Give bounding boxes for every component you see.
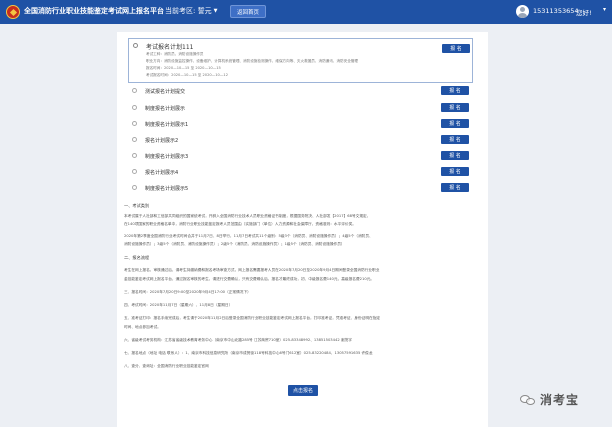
radio-button[interactable] (132, 153, 137, 158)
user-avatar-icon[interactable] (516, 5, 529, 18)
fire-emblem-logo (6, 5, 20, 19)
notes-heading: 一、考试类别 (124, 203, 150, 208)
chevron-down-icon: ▼ (213, 8, 218, 14)
apply-button[interactable]: 报 名 (441, 119, 469, 128)
notes-text: 考生在网上报名，审核通过后，请考生持缴纳费和报名考场审查方式，网上报名需要报考人… (124, 268, 380, 272)
radio-button[interactable] (132, 137, 137, 142)
radio-button[interactable] (132, 105, 137, 110)
plan-name: 报名计划展示4 (145, 170, 179, 176)
user-greeting[interactable]: 您好! (576, 7, 592, 17)
plan-list-item[interactable]: 制度报名计划展示1 报 名 (128, 118, 473, 130)
user-phone[interactable]: 15311353654 (533, 7, 579, 15)
plan-list-item[interactable]: 报名计划展示4 报 名 (128, 166, 473, 178)
notes-text: 六、省级考试考务机构：江苏省省级技术教育考务中心（南京市中山北路285号 江苏商… (124, 338, 352, 342)
notes-text: 金技能鉴定考试网上报名平台，通过报名审核的考生，请进行交费确认，只有交费确认后，… (124, 277, 375, 281)
wechat-icon (520, 394, 536, 406)
exam-area-label: 当前考区: 誓元 (165, 7, 212, 15)
radio-button[interactable] (132, 185, 137, 190)
top-navigation-bar: 全国消防行业职业技能鉴定考试网上报名平台 当前考区: 誓元 ▼ 返回首页 153… (0, 0, 612, 24)
plan-list-item[interactable]: 制度报名计划展示 报 名 (128, 102, 473, 114)
notes-text: 在140项国家的职业资格名单中，消防行业职业技能鉴定报考人员范围由（实施部门（单… (124, 222, 356, 226)
notes-text: 八、查分、查询址：全国消防行业职业技能鉴定官网 (124, 364, 209, 368)
exam-area-selector[interactable]: 当前考区: 誓元 ▼ (165, 6, 217, 16)
notes-text: 四、考试时间：2020年11月7日（星期六）、11月8日（星期日） (124, 303, 233, 307)
plan-list-item[interactable]: 制度报名计划展示5 报 名 (128, 182, 473, 194)
plan-list-item[interactable]: 制度报名计划展示3 报 名 (128, 150, 473, 162)
plan-name: 制度报名计划展示 (145, 106, 186, 112)
plan-detail-line: 考试报名时间：2020—10—15 至 2020—10—12 (146, 73, 228, 77)
notes-text: 五、准考证打印：报名手续完成后，考生请于2020年11月2日后登录全国消防行业职… (124, 316, 381, 320)
selected-plan-card[interactable]: 考试报名计划111 考试工种：消防员、消防设施操作员 职业方向：消防设施监控操作… (128, 38, 473, 83)
apply-button[interactable]: 报 名 (441, 103, 469, 112)
back-home-button[interactable]: 返回首页 (230, 5, 266, 18)
plan-detail-line: 职业方向：消防设施监控操作、设备维护、计算机系统管理、消防设施检测操作、维保方向… (146, 59, 359, 63)
notes-heading: 二、报名流程 (124, 255, 150, 260)
chevron-down-icon[interactable]: ▾ (603, 6, 606, 13)
notes-text: 时间、地点参加考试。 (124, 325, 161, 329)
radio-button-selected[interactable] (133, 43, 138, 48)
plan-detail-line: 考试工种：消防员、消防设施操作员 (146, 52, 204, 56)
apply-button[interactable]: 报 名 (441, 86, 469, 95)
notes-text: 七、报名地点（地址 电话 联系人）：1、南京市科技信息研究所（南京市成贤街118… (124, 351, 373, 355)
submit-registration-button[interactable]: 点击报名 (288, 385, 318, 396)
radio-button[interactable] (132, 88, 137, 93)
apply-button[interactable]: 报 名 (441, 167, 469, 176)
notes-text: 三、报名时间：2020年7月20日9:00至2020年9月4日17:00（正常情… (124, 290, 251, 294)
watermark: 消考宝 (520, 391, 579, 408)
plan-detail-line: 报名时间：2020—10—15 至 2020—10—15 (146, 66, 221, 70)
radio-button[interactable] (132, 169, 137, 174)
notes-text: 2020年第2季度全国消防行业考试时间合并于11月7日、8日举行，11月7日考试… (124, 234, 373, 238)
apply-button[interactable]: 报 名 (441, 151, 469, 160)
selected-plan-title: 考试报名计划111 (146, 44, 194, 51)
plan-name: 制度报名计划展示5 (145, 186, 189, 192)
site-title: 全国消防行业职业技能鉴定考试网上报名平台 (24, 7, 164, 15)
plan-panel: 考试报名计划111 考试工种：消防员、消防设施操作员 职业方向：消防设施监控操作… (117, 32, 488, 427)
apply-button[interactable]: 报 名 (442, 44, 470, 53)
radio-button[interactable] (132, 121, 137, 126)
plan-list-item[interactable]: 报名计划展示2 报 名 (128, 134, 473, 146)
notes-text: 本考试属于人社部和工信部共同组织的国家统考试，开辟入全国消防行业技术人员职业资格… (124, 214, 371, 218)
plan-name: 报名计划展示2 (145, 138, 179, 144)
apply-button[interactable]: 报 名 (441, 183, 469, 192)
plan-list-item[interactable]: 测试报名计划提交 报 名 (128, 85, 473, 97)
plan-name: 制度报名计划展示1 (145, 122, 189, 128)
plan-name: 制度报名计划展示3 (145, 154, 189, 160)
notes-text: 消防设施操作员）；3级5个（消防员、消防设施操作员）；2级5个（消防员、消防设施… (124, 242, 345, 246)
plan-name: 测试报名计划提交 (145, 89, 186, 95)
apply-button[interactable]: 报 名 (441, 135, 469, 144)
watermark-text: 消考宝 (540, 393, 580, 407)
